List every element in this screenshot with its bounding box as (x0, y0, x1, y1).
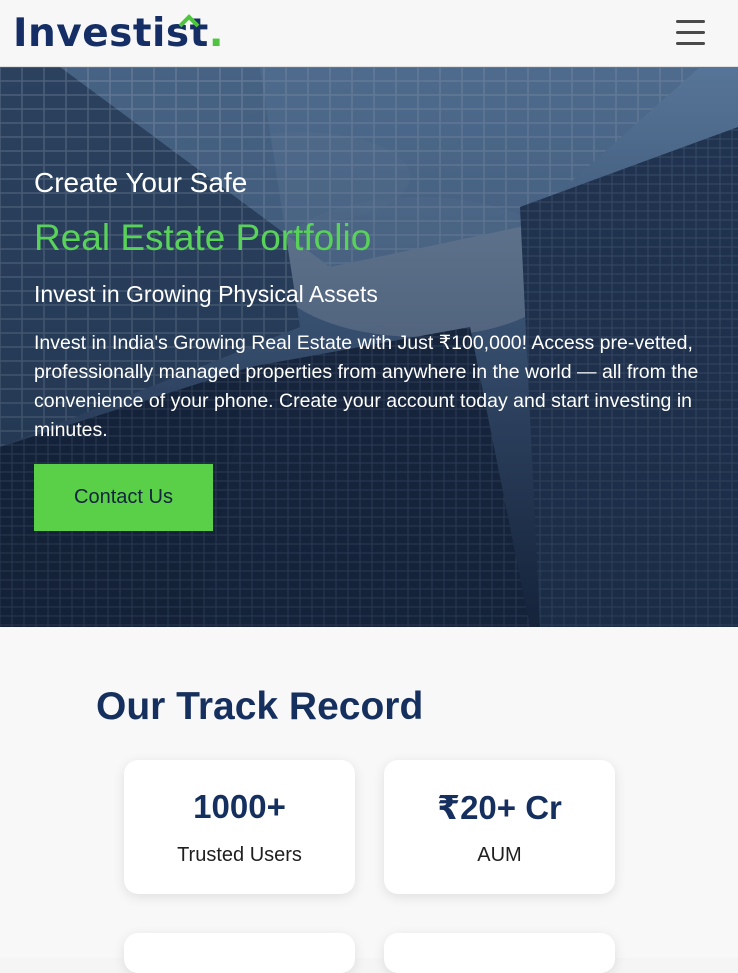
stat-value: 1000+ (193, 788, 286, 825)
stat-label: Trusted Users (177, 844, 302, 866)
stat-label: AUM (477, 844, 522, 866)
stat-card-users: 1000+ Trusted Users (124, 760, 355, 894)
hero-subheading: Invest in Growing Physical Assets (34, 281, 378, 307)
hamburger-menu-icon[interactable] (672, 18, 710, 48)
stat-card-aum: ₹20+ Cr AUM (384, 760, 615, 894)
logo-arrow-icon (178, 14, 200, 28)
track-record-section: Our Track Record 1000+ Trusted Users ₹20… (0, 627, 738, 973)
stat-value: ₹20+ Cr (437, 789, 562, 826)
track-record-title: Our Track Record (96, 685, 424, 728)
logo-dot: . (208, 11, 225, 56)
stat-card-partial (124, 933, 355, 973)
stat-card-partial (384, 933, 615, 973)
hero-heading-highlight: Real Estate Portfolio (34, 217, 372, 258)
hero-section: Create Your Safe Real Estate Portfolio I… (0, 67, 738, 627)
hero-heading-line1: Create Your Safe (34, 167, 248, 198)
logo-text: Investi (13, 11, 166, 56)
hero-description: Invest in India's Growing Real Estate wi… (34, 332, 699, 441)
site-header: Investist. (0, 0, 738, 67)
contact-us-button[interactable]: Contact Us (34, 464, 213, 531)
